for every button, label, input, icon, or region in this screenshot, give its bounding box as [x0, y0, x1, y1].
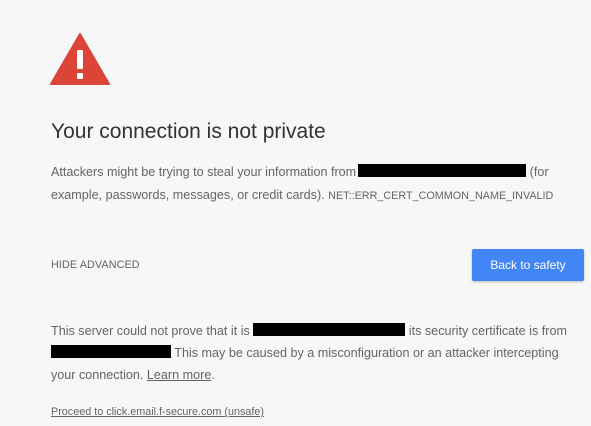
redacted-server-name	[253, 323, 406, 336]
redacted-domain	[358, 164, 527, 177]
intro-message: Attackers might be trying to steal your …	[51, 161, 581, 208]
learn-more-link[interactable]: Learn more	[147, 368, 211, 382]
details-period: .	[211, 368, 215, 382]
details-part-1: This server could not prove that it is	[51, 324, 254, 338]
back-to-safety-button[interactable]: Back to safety	[472, 249, 584, 281]
advanced-details: This server could not prove that it is i…	[51, 320, 586, 386]
warning-triangle-icon	[50, 33, 110, 85]
interstitial-page: Your connection is not private Attackers…	[0, 0, 591, 426]
redacted-issuer	[51, 345, 171, 358]
proceed-unsafe-link[interactable]: Proceed to click.email.f-secure.com (uns…	[51, 406, 264, 418]
details-part-2: its security certificate is from	[405, 324, 567, 338]
hide-advanced-button[interactable]: HIDE ADVANCED	[51, 259, 140, 271]
intro-text-before: Attackers might be trying to steal your …	[51, 165, 357, 179]
page-title: Your connection is not private	[51, 120, 326, 143]
error-code: NET::ERR_CERT_COMMON_NAME_INVALID	[328, 190, 554, 202]
